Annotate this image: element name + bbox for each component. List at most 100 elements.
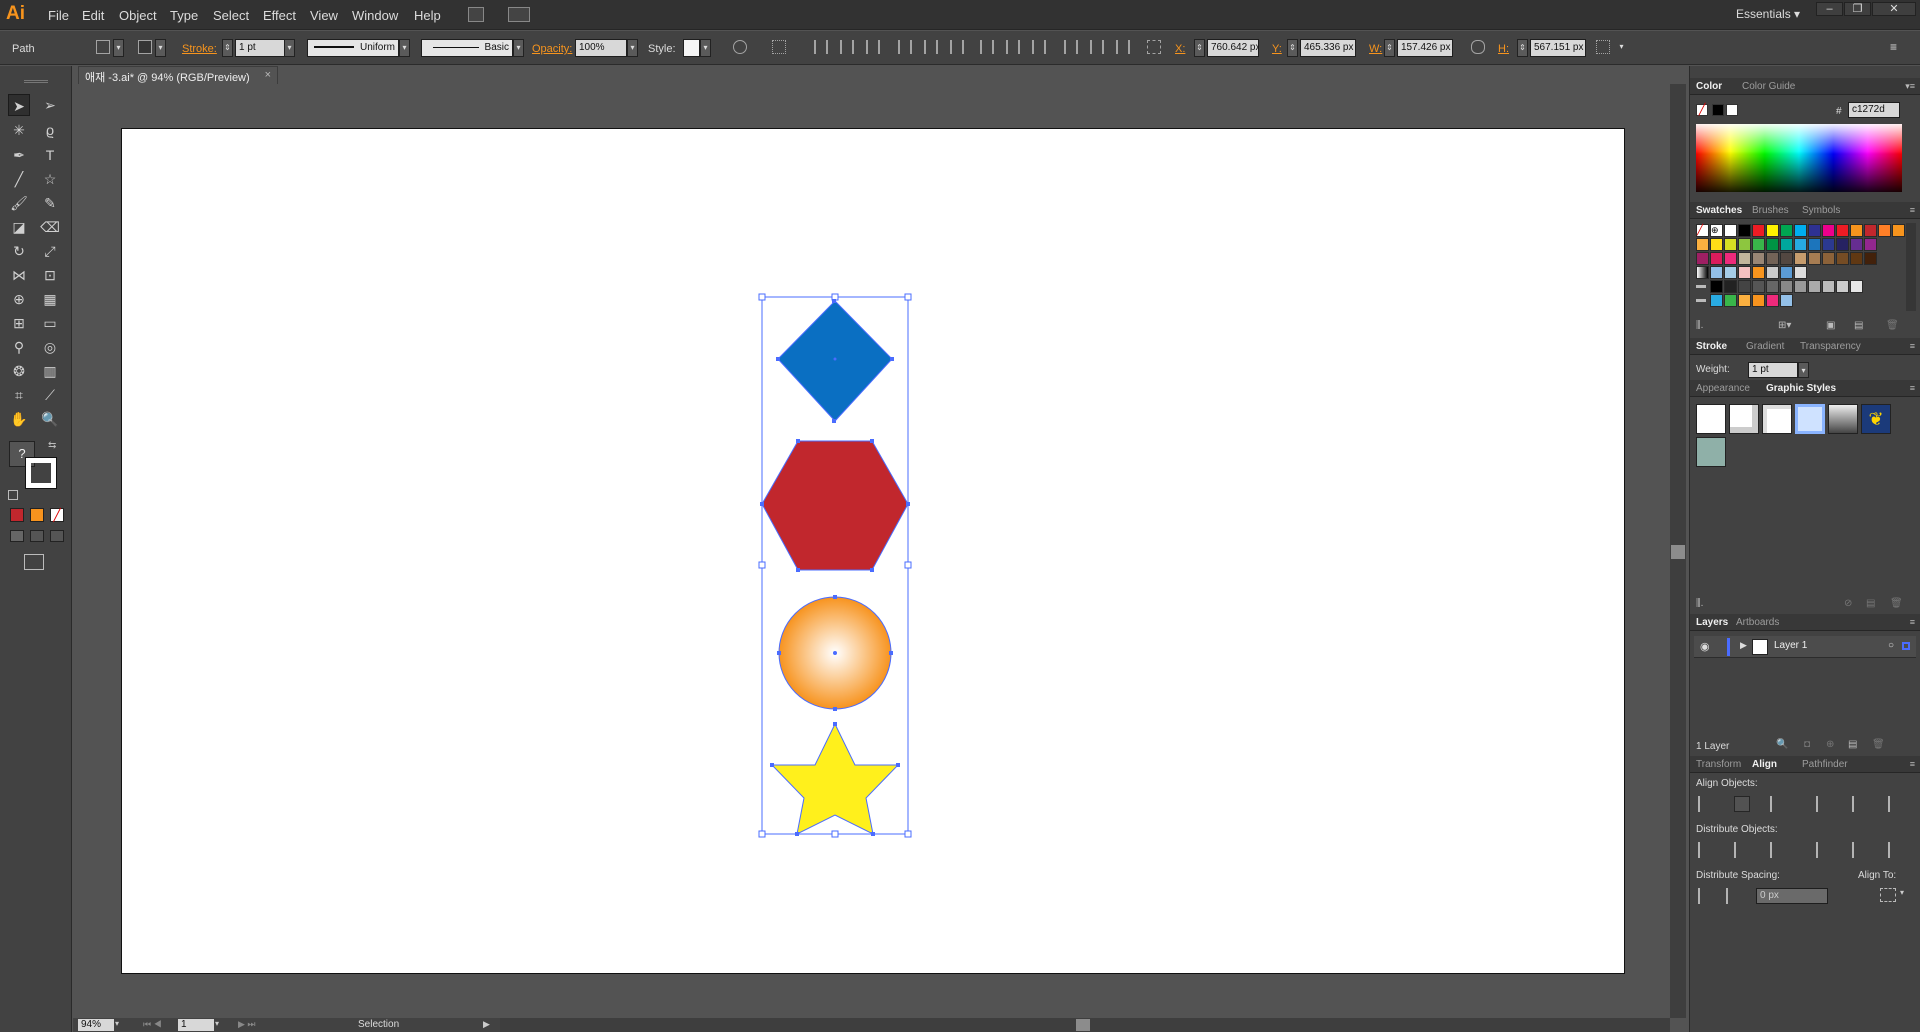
swatch[interactable] xyxy=(1794,280,1807,293)
swatch[interactable] xyxy=(1836,238,1849,251)
transform-dropdown[interactable]: ▾ xyxy=(1616,39,1627,57)
distribute-left-icon[interactable] xyxy=(1064,40,1078,54)
control-panel-menu-icon[interactable]: ≡ xyxy=(1888,39,1899,57)
close-document-icon[interactable]: × xyxy=(265,69,271,81)
swatch-kinds-icon[interactable]: ⊞▾ xyxy=(1778,320,1791,331)
graphic-style-gradient[interactable] xyxy=(1828,404,1858,434)
hexagon-shape[interactable] xyxy=(761,440,909,571)
stroke-color-dropdown[interactable]: ▾ xyxy=(155,39,166,57)
swatch[interactable] xyxy=(1794,224,1807,237)
status-menu-icon[interactable]: ▶ xyxy=(483,1019,490,1030)
blob-brush-tool-icon[interactable]: ◪ xyxy=(8,216,30,238)
distribute-bottom-objects-icon[interactable] xyxy=(1770,842,1786,858)
distribute-left-objects-icon[interactable] xyxy=(1816,842,1832,858)
menu-edit[interactable]: Edit xyxy=(82,8,104,23)
align-right-icon[interactable] xyxy=(866,40,880,54)
make-clipping-mask-icon[interactable]: ◘ xyxy=(1804,739,1810,750)
menu-type[interactable]: Type xyxy=(170,8,198,23)
w-label[interactable]: W: xyxy=(1369,43,1382,55)
new-swatch-icon[interactable]: ▤ xyxy=(1854,320,1863,331)
swatch[interactable] xyxy=(1766,252,1779,265)
swatch[interactable] xyxy=(1850,252,1863,265)
minimize-button[interactable]: – xyxy=(1816,2,1843,16)
swatch[interactable] xyxy=(1794,252,1807,265)
horizontal-scroll-thumb[interactable] xyxy=(1076,1019,1090,1031)
tab-transparency[interactable]: Transparency xyxy=(1800,341,1861,352)
swatch[interactable] xyxy=(1724,280,1737,293)
swatches-panel-menu-icon[interactable]: ≡ xyxy=(1910,205,1915,215)
expand-layer-icon[interactable]: ▶ xyxy=(1740,640,1747,651)
swatch[interactable] xyxy=(1780,252,1793,265)
swatch[interactable] xyxy=(1864,252,1877,265)
tab-color[interactable]: Color xyxy=(1696,81,1722,92)
menu-view[interactable]: View xyxy=(310,8,338,23)
type-tool-icon[interactable]: T xyxy=(39,144,61,166)
opacity-label[interactable]: Opacity: xyxy=(532,43,572,55)
swatch[interactable] xyxy=(1710,280,1723,293)
break-link-icon[interactable]: ⊘ xyxy=(1844,598,1852,609)
opacity-dropdown[interactable]: ▾ xyxy=(627,39,638,57)
swatch[interactable] xyxy=(1724,252,1737,265)
swatch[interactable] xyxy=(1822,280,1835,293)
tab-appearance[interactable]: Appearance xyxy=(1696,383,1750,394)
h-stepper[interactable]: ⇕ xyxy=(1517,39,1528,57)
swatch[interactable] xyxy=(1696,238,1709,251)
fill-swatch-icon[interactable] xyxy=(96,40,110,54)
tab-graphic-styles[interactable]: Graphic Styles xyxy=(1766,383,1836,394)
swatch[interactable] xyxy=(1696,266,1709,279)
align-left-icon[interactable] xyxy=(814,40,828,54)
swatch[interactable] xyxy=(1752,266,1765,279)
selection-indicator-icon[interactable] xyxy=(1902,642,1910,650)
first-artboard-icon[interactable]: ⏮ ◀ xyxy=(143,1019,162,1030)
column-graph-tool-icon[interactable]: ▥ xyxy=(39,360,61,382)
hand-tool-icon[interactable]: ✋ xyxy=(8,408,30,430)
menu-select[interactable]: Select xyxy=(213,8,249,23)
fill-dropdown[interactable]: ▾ xyxy=(113,39,124,57)
gradient-mode-icon[interactable] xyxy=(30,508,44,522)
delete-layer-icon[interactable]: 🗑 xyxy=(1872,739,1885,750)
swatch[interactable] xyxy=(1808,280,1821,293)
h-field[interactable]: 567.151 px xyxy=(1530,39,1586,57)
selection-tool-icon[interactable]: ➤ xyxy=(8,94,30,116)
y-stepper[interactable]: ⇕ xyxy=(1287,39,1298,57)
menu-file[interactable]: File xyxy=(48,8,69,23)
tab-layers[interactable]: Layers xyxy=(1696,617,1728,628)
stroke-swatch-icon[interactable] xyxy=(138,40,152,54)
swatch[interactable]: ▬ xyxy=(1696,294,1709,307)
default-colors-icon[interactable] xyxy=(8,490,18,500)
menu-effect[interactable]: Effect xyxy=(263,8,296,23)
align-to-dropdown[interactable]: ▾ xyxy=(1900,888,1904,897)
swatch[interactable] xyxy=(1808,238,1821,251)
align-left-objects-icon[interactable] xyxy=(1698,796,1714,812)
swatch[interactable] xyxy=(1766,280,1779,293)
swatch[interactable] xyxy=(1752,252,1765,265)
layers-panel-menu-icon[interactable]: ≡ xyxy=(1910,617,1915,627)
swatch[interactable] xyxy=(1766,238,1779,251)
swatch[interactable] xyxy=(1808,224,1821,237)
weight-dropdown[interactable]: ▾ xyxy=(1798,362,1809,378)
x-field[interactable]: 760.642 px xyxy=(1207,39,1259,57)
swatch[interactable] xyxy=(1724,238,1737,251)
bridge-icon[interactable] xyxy=(468,7,484,22)
graphic-style-swatch[interactable] xyxy=(683,39,700,57)
align-bottom-objects-icon[interactable] xyxy=(1888,796,1904,812)
artboard-dropdown[interactable]: ▾ xyxy=(215,1019,219,1028)
menu-window[interactable]: Window xyxy=(352,8,398,23)
none-mode-icon[interactable]: ╱ xyxy=(50,508,64,522)
diamond-shape[interactable] xyxy=(777,300,893,422)
w-stepper[interactable]: ⇕ xyxy=(1384,39,1395,57)
swatch[interactable] xyxy=(1766,224,1779,237)
swatch[interactable] xyxy=(1696,252,1709,265)
swatch[interactable] xyxy=(1710,294,1723,307)
zoom-tool-icon[interactable]: 🔍 xyxy=(39,408,61,430)
slice-tool-icon[interactable]: ⟋ xyxy=(39,384,61,406)
swatch[interactable] xyxy=(1752,294,1765,307)
align-vertical-center-icon[interactable] xyxy=(924,40,938,54)
swatch[interactable] xyxy=(1738,252,1751,265)
document-tab[interactable]: 애재 -3.ai* @ 94% (RGB/Preview) × xyxy=(78,66,278,84)
tab-color-guide[interactable]: Color Guide xyxy=(1742,81,1795,92)
transform-icon[interactable] xyxy=(1596,40,1610,54)
swatch[interactable] xyxy=(1738,266,1751,279)
rotate-tool-icon[interactable]: ↻ xyxy=(8,240,30,262)
opacity-field[interactable]: 100% xyxy=(575,39,627,57)
